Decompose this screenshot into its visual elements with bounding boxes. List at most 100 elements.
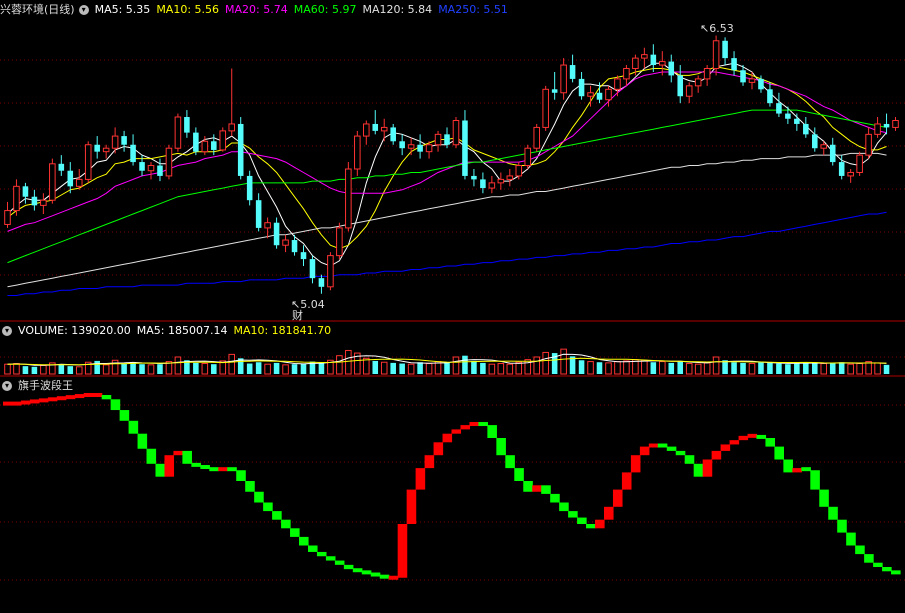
candle-body — [184, 117, 190, 133]
indicator-bar — [729, 440, 740, 445]
candle-body — [291, 240, 298, 253]
volume-bar — [193, 362, 199, 374]
indicator-bar — [612, 489, 623, 507]
candle-body — [407, 144, 415, 149]
price-candles — [4, 35, 899, 294]
candle-body — [641, 54, 648, 59]
volume-bar — [685, 363, 693, 375]
candle-body — [211, 141, 217, 150]
candle-body — [776, 103, 782, 114]
volume-bar — [874, 362, 881, 375]
volume-bar — [650, 362, 657, 374]
volume-bar — [856, 363, 863, 375]
volume-bar — [282, 364, 289, 375]
ma-line-ma20 — [7, 71, 887, 232]
indicator-bar — [415, 468, 426, 490]
candle-body — [551, 89, 558, 93]
indicator-bar — [146, 448, 157, 464]
moving-average-lines — [7, 62, 887, 296]
ma10-legend: MA10: 5.56 — [156, 3, 220, 16]
chevron-down-icon[interactable]: ▾ — [78, 5, 89, 15]
volume-bar — [417, 362, 423, 374]
ma60-legend: MA60: 5.97 — [293, 3, 357, 16]
volume-bar — [677, 360, 684, 374]
volume-bar — [13, 363, 20, 375]
candle-body — [300, 252, 307, 260]
indicator-bar — [711, 450, 722, 460]
candle-body — [892, 119, 899, 128]
volume-bar — [399, 363, 405, 374]
candle-body — [165, 147, 173, 177]
volume-bar — [291, 364, 298, 374]
volume-bar — [372, 360, 379, 374]
volume-bar — [533, 356, 540, 375]
indicator-bar — [603, 506, 614, 520]
volume-bar — [731, 362, 737, 374]
volume-bar — [228, 353, 236, 375]
indicator-bar — [819, 489, 829, 507]
candle-body — [632, 57, 639, 70]
indicator-bar — [505, 455, 515, 469]
volume-bar — [829, 362, 836, 374]
indicator-bar — [630, 455, 641, 473]
candle-body — [488, 182, 496, 189]
volume-bar — [740, 362, 746, 374]
volume-bar — [578, 360, 585, 374]
volume-bar — [75, 366, 83, 375]
candle-body — [58, 163, 65, 171]
indicator-bar — [56, 396, 67, 401]
indicator-bar — [639, 446, 650, 456]
volume-bar — [380, 361, 388, 375]
indicator-bar — [191, 462, 201, 467]
candle-body — [228, 123, 236, 132]
volume-bar — [255, 362, 262, 374]
volume-bar — [596, 362, 603, 374]
indicator-bar — [370, 572, 381, 577]
candle-body — [659, 61, 666, 66]
candle-body — [605, 88, 612, 101]
chevron-down-icon[interactable]: ▾ — [2, 381, 12, 391]
indicator-bar — [774, 446, 784, 460]
candle-body — [130, 144, 136, 163]
volume-bar — [722, 360, 728, 374]
indicator-bar — [29, 399, 40, 404]
candle-body — [596, 92, 603, 100]
volume-bar — [174, 356, 182, 375]
volume-bar — [336, 355, 343, 375]
candle-body — [524, 147, 532, 167]
volume-bar — [560, 348, 567, 375]
indicator-bar — [568, 511, 578, 518]
volume-bar — [94, 360, 100, 374]
candle-body — [22, 186, 29, 197]
candle-body — [380, 126, 388, 132]
ma120-legend: MA120: 5.84 — [362, 3, 433, 16]
candle-body — [767, 89, 773, 104]
volume-bar — [506, 363, 514, 375]
volume-bar — [794, 363, 800, 374]
candle-body — [856, 154, 863, 173]
candle-body — [471, 175, 477, 180]
volume-bar — [4, 363, 11, 375]
indicator-bar — [47, 397, 58, 402]
volume-bar — [22, 366, 29, 374]
indicator-bar — [469, 422, 480, 427]
candle-body — [462, 120, 468, 176]
candle-body — [157, 165, 163, 176]
volume-bar — [318, 362, 325, 374]
candle-body — [327, 255, 334, 288]
chart-title: 兴蓉环境(日线) — [0, 3, 75, 16]
indicator-bar — [684, 455, 695, 464]
volume-header: ▾ VOLUME: 139020.00 MA5: 185007.14 MA10: 18… — [0, 323, 337, 339]
candle-body — [668, 61, 675, 76]
volume-bar — [471, 360, 477, 374]
volume-bar — [785, 364, 791, 374]
indicator-bar — [299, 536, 309, 546]
indicator-bar — [792, 468, 802, 473]
candle-body — [264, 222, 271, 229]
volume-bar — [767, 362, 773, 374]
candle-body — [829, 144, 836, 163]
candle-body — [102, 147, 110, 153]
candle-body — [139, 162, 145, 171]
chevron-down-icon[interactable]: ▾ — [2, 326, 12, 336]
indicator-bar — [218, 467, 228, 472]
